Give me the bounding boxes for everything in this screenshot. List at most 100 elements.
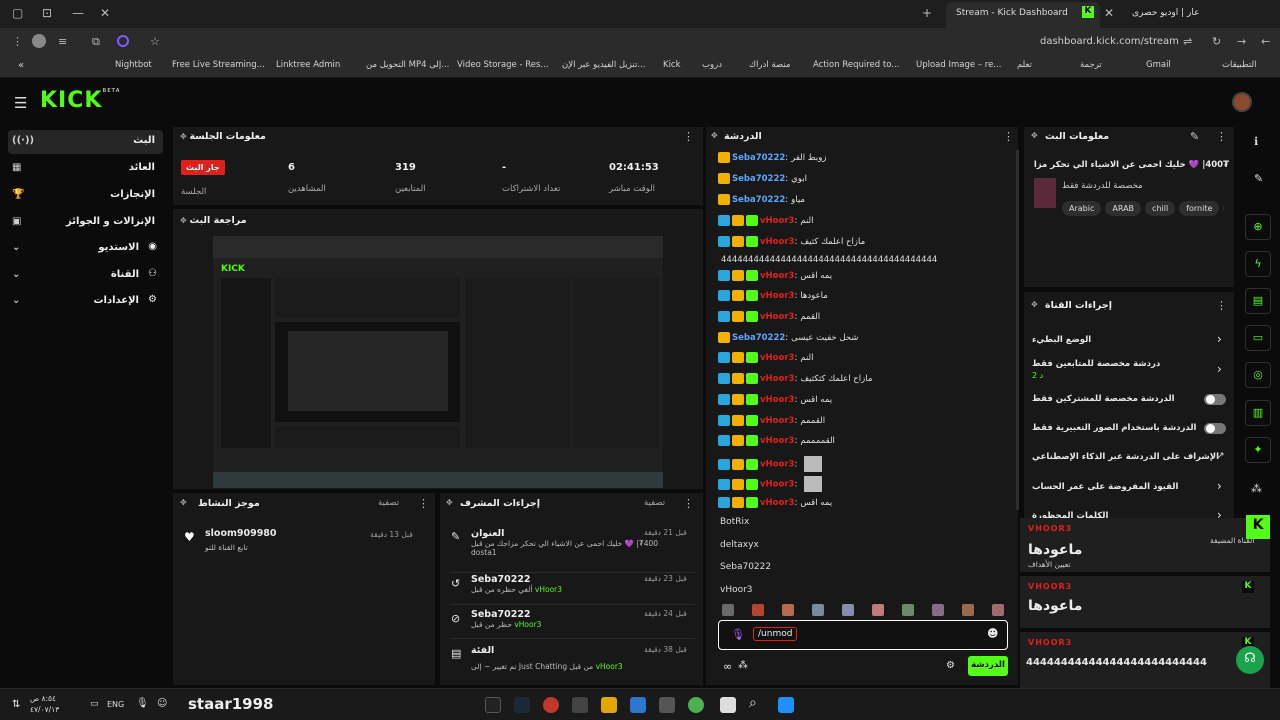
close-window-icon[interactable]: ✕	[100, 6, 110, 20]
forward-icon[interactable]: →	[1237, 35, 1246, 48]
bookmarks-overflow-icon[interactable]: «	[18, 60, 24, 71]
app-icon[interactable]	[572, 697, 588, 713]
app-icon[interactable]	[543, 697, 559, 713]
folder-icon[interactable]	[601, 697, 617, 713]
clock-time[interactable]: ٨:٥٤ ص	[30, 694, 56, 703]
emote-icon[interactable]	[932, 604, 944, 616]
kick-app-icon[interactable]: K	[1246, 515, 1270, 539]
sidebar-item-revenue[interactable]: العائد ▦	[8, 157, 163, 181]
avatar[interactable]	[1232, 92, 1252, 112]
chat-username[interactable]: Seba70222	[732, 333, 785, 343]
emotes-only-toggle[interactable]	[1204, 423, 1226, 434]
account-age[interactable]: القيود المفروضة على عمر الحساب	[1032, 482, 1178, 492]
mention-suggestion[interactable]: vHoor3	[720, 585, 753, 595]
info-icon[interactable]: ℹ	[1254, 135, 1258, 148]
profile-icon[interactable]	[32, 34, 46, 48]
chat-message[interactable]: vHoor3: ماعودها	[718, 290, 828, 308]
emote-icon[interactable]	[992, 604, 1004, 616]
slow-mode[interactable]: الوضع البطيء	[1032, 335, 1091, 345]
infinity-icon[interactable]: ∞	[723, 660, 732, 673]
rail-button[interactable]: ▭	[1245, 325, 1271, 351]
tag[interactable]: ARAB	[1105, 201, 1142, 216]
extension-circle-icon[interactable]	[117, 35, 129, 47]
emote-icon[interactable]	[842, 604, 854, 616]
more-icon[interactable]: ⋮	[12, 35, 23, 48]
chat-message[interactable]: vHoor3:	[718, 476, 823, 494]
rail-button[interactable]: ▥	[1245, 400, 1271, 426]
chat-message[interactable]: vHoor3: يمه اقس	[718, 394, 832, 412]
menu-icon[interactable]: ☰	[14, 94, 27, 112]
sidebar-item-studio[interactable]: الاستديو ⌄ ◉	[8, 237, 163, 261]
bookmark-item[interactable]: Action Required to...	[813, 60, 899, 70]
channel-actions-menu-icon[interactable]: ⋮	[1216, 299, 1227, 312]
session-menu-icon[interactable]: ⋮	[683, 130, 694, 143]
chat-username[interactable]: vHoor3	[760, 291, 794, 301]
followers-only[interactable]: دردشة مخصصة للمتابعين فقط	[1032, 359, 1160, 369]
external-link-icon[interactable]: ↗	[1217, 451, 1225, 461]
mention-suggestion[interactable]: BotRix	[720, 517, 749, 527]
tag[interactable]: fornite	[1179, 201, 1220, 216]
extensions-icon[interactable]: ⧉	[92, 35, 100, 49]
search-icon[interactable]: ⌕	[749, 695, 757, 711]
apps-icon[interactable]: ⁂	[1251, 482, 1262, 495]
chat-username[interactable]: vHoor3	[760, 237, 794, 247]
headset-icon[interactable]: ☊	[1236, 646, 1264, 674]
steam-icon[interactable]	[514, 697, 530, 713]
bookmark-item[interactable]: منصة ادراك	[749, 60, 790, 70]
tag[interactable]: g	[1223, 201, 1224, 216]
bookmark-item[interactable]: ترجمة	[1080, 60, 1102, 70]
sidebar-item-achievements[interactable]: الإنجازات 🏆	[8, 184, 163, 208]
chat-username[interactable]: vHoor3	[760, 460, 794, 470]
mention-suggestion[interactable]: Seba70222	[720, 562, 771, 572]
bookmark-item[interactable]: Video Storage - Res...	[457, 60, 549, 70]
mod-filter[interactable]: تصفية	[644, 498, 665, 508]
chat-message[interactable]: Seba70222: ابوي	[718, 173, 807, 191]
edit-icon[interactable]: ✎	[1190, 130, 1199, 143]
chat-message[interactable]: vHoor3: القممم	[718, 415, 825, 433]
chevron-right-icon[interactable]: ›	[1217, 479, 1222, 493]
new-tab-icon[interactable]: +	[922, 6, 932, 20]
chat-username[interactable]: vHoor3	[760, 395, 794, 405]
chat-username[interactable]: vHoor3	[760, 416, 794, 426]
site-settings-icon[interactable]: ⇌	[1183, 35, 1192, 48]
battery-icon[interactable]: ▭	[90, 699, 99, 709]
activity-user[interactable]: sloom909980	[205, 528, 277, 539]
kick-logo[interactable]: KICKBETA	[40, 88, 121, 113]
emote-icon[interactable]	[872, 604, 884, 616]
rail-button[interactable]: ✦	[1245, 437, 1271, 463]
window-menu-icon[interactable]: ▢	[12, 6, 23, 20]
chat-settings-icon[interactable]: ⚙	[946, 660, 955, 671]
chat-username[interactable]: vHoor3	[760, 436, 794, 446]
pin-icon[interactable]: ⊡	[42, 6, 52, 20]
chat-username[interactable]: vHoor3	[760, 312, 794, 322]
mic-tray-icon[interactable]: 🎙	[136, 698, 149, 709]
chat-message[interactable]: Seba70222: مياو	[718, 194, 805, 212]
stream-info-menu-icon[interactable]: ⋮	[1216, 130, 1227, 143]
mod-menu-icon[interactable]: ⋮	[683, 497, 694, 510]
bookmark-item[interactable]: دروب	[702, 60, 722, 70]
back-icon[interactable]: ←	[1261, 35, 1270, 48]
emote-icon[interactable]	[752, 604, 764, 616]
task-view-icon[interactable]	[720, 697, 736, 713]
sidebar-item-channel[interactable]: القناة ⌄ ⚇	[8, 264, 163, 288]
chat-message[interactable]: Seba70222: شحل خفيت عيسى	[718, 332, 858, 350]
chat-menu-icon[interactable]: ⋮	[1003, 130, 1014, 143]
chat-username[interactable]: Seba70222	[732, 195, 785, 205]
chat-message[interactable]: vHoor3: مازاح اعلمك كثيف	[718, 236, 865, 254]
ai-moderation[interactable]: الإشراف على الدردشة عبر الذكاء الإصطناعي	[1032, 452, 1219, 462]
chevron-right-icon[interactable]: ›	[1217, 362, 1222, 376]
rail-button[interactable]: ◎	[1245, 362, 1271, 388]
rail-button[interactable]: ⊕	[1245, 214, 1271, 240]
emote-icon[interactable]	[962, 604, 974, 616]
activity-filter[interactable]: تصفية	[378, 498, 399, 508]
tune-icon[interactable]: ≡	[58, 35, 67, 48]
clock-date[interactable]: ٤٧/٠٧/١٣	[30, 705, 59, 714]
mention-suggestion[interactable]: deltaxyx	[720, 540, 759, 550]
minimize-icon[interactable]: —	[72, 6, 84, 20]
chat-message[interactable]: vHoor3: يمه اقس	[718, 270, 832, 288]
store-icon[interactable]	[630, 697, 646, 713]
chrome-icon[interactable]	[688, 697, 704, 713]
mic-icon[interactable]: 🎙	[731, 628, 745, 641]
bookmark-item[interactable]: Free Live Streaming...	[172, 60, 265, 70]
emoji-icon[interactable]: ☻	[987, 627, 998, 640]
